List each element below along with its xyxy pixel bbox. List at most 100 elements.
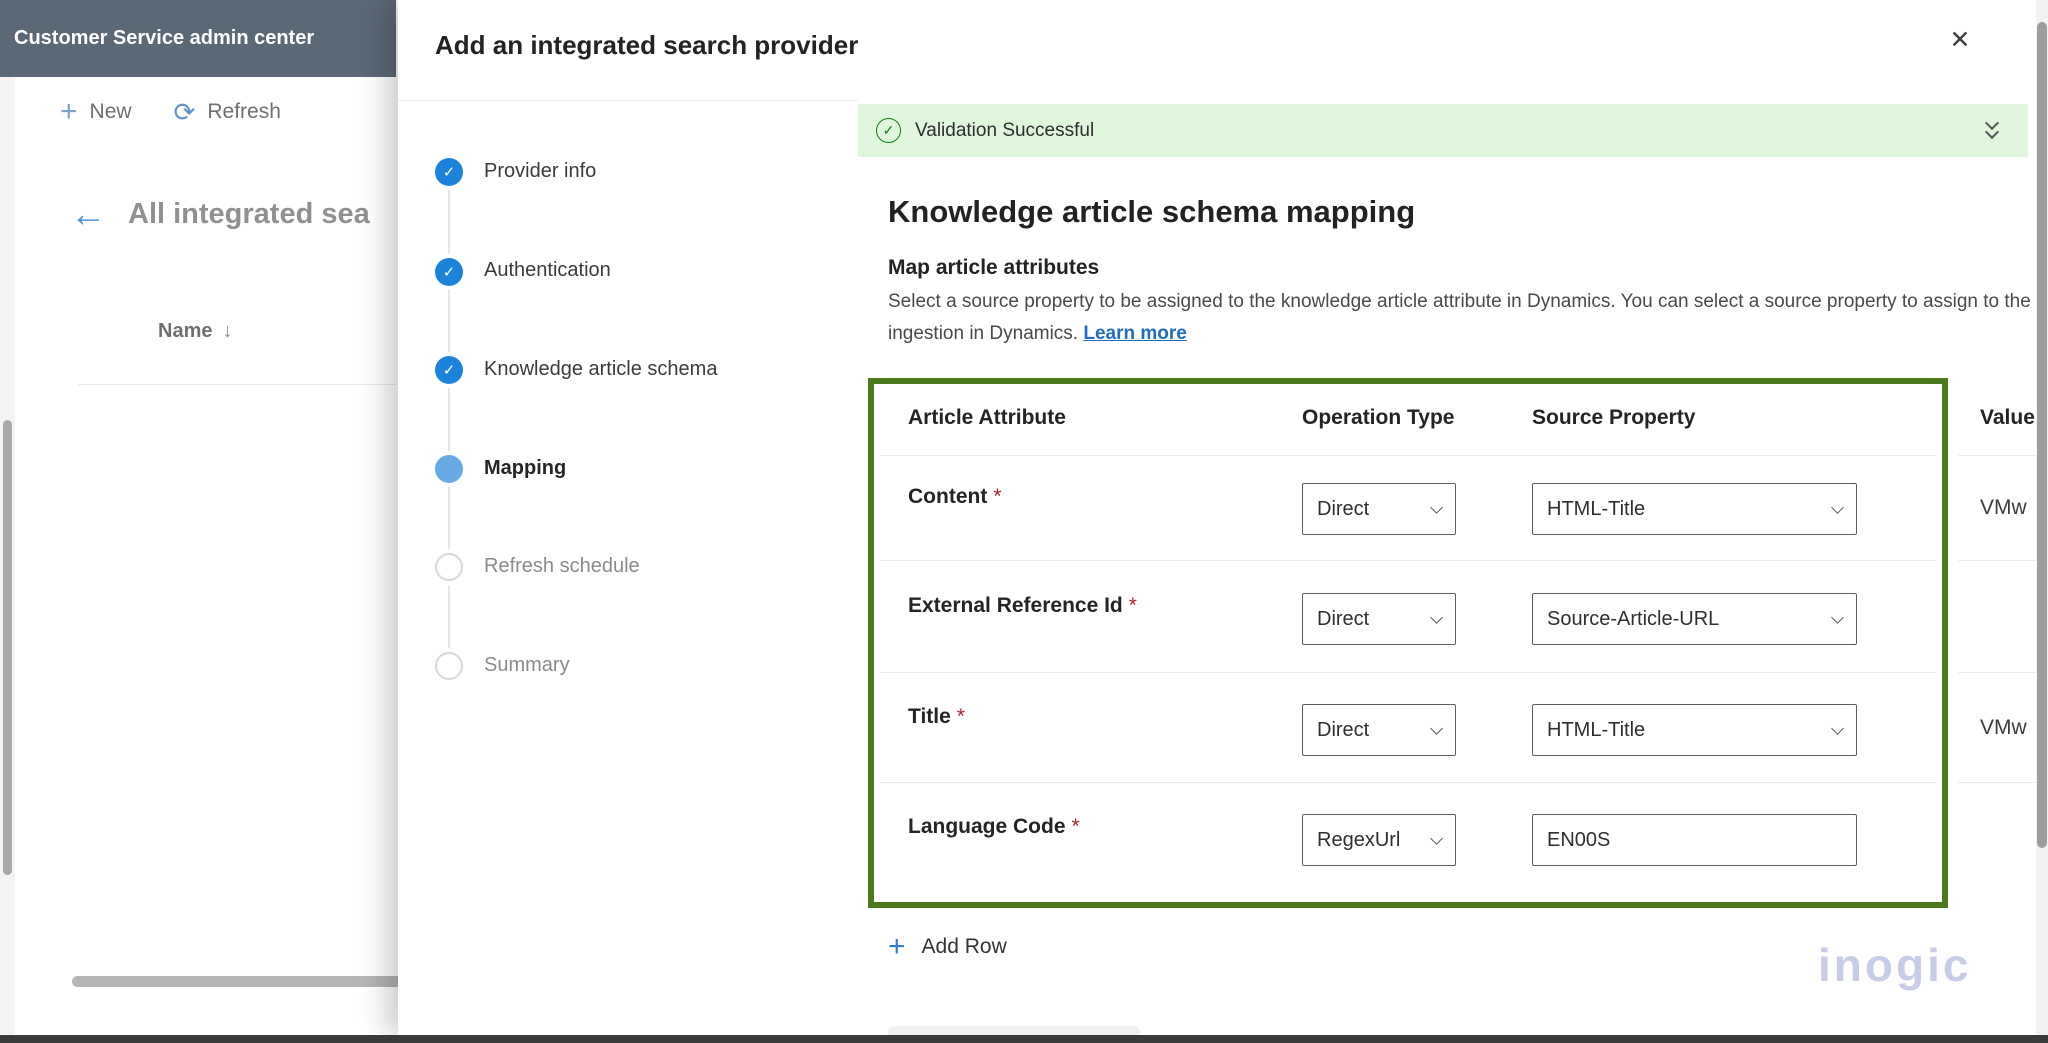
content-subheading: Map article attributes xyxy=(888,256,1100,279)
row-divider xyxy=(880,672,1936,673)
command-bar: + New ⟳ Refresh xyxy=(0,88,396,136)
content-description: Select a source property to be assigned … xyxy=(888,286,2036,350)
dropdown-value: Direct xyxy=(1317,718,1370,741)
add-row-button[interactable]: + Add Row xyxy=(888,932,1007,962)
close-icon: ✕ xyxy=(1949,26,1971,54)
row-label-content: Content * xyxy=(908,485,1002,509)
dropdown-value: HTML-Title xyxy=(1547,718,1646,741)
step-connector xyxy=(448,388,450,451)
dialog-title: Add an integrated search provider xyxy=(435,30,859,60)
required-asterisk: * xyxy=(956,705,965,728)
step-connector xyxy=(448,190,450,254)
plus-icon: + xyxy=(888,930,906,963)
step-authentication[interactable]: Authentication xyxy=(484,259,611,282)
source-property-dropdown-content[interactable]: HTML-Title xyxy=(1532,483,1857,535)
step-connector xyxy=(448,289,450,352)
attribute-name: Language Code xyxy=(908,815,1066,838)
left-scrollbar-thumb[interactable] xyxy=(3,420,12,875)
partially-visible-button[interactable] xyxy=(888,1026,1140,1035)
step-knowledge-article-schema[interactable]: Knowledge article schema xyxy=(484,358,717,381)
attribute-name: Content xyxy=(908,485,988,508)
new-button-label: New xyxy=(89,100,132,123)
row-divider xyxy=(880,560,1936,561)
chevron-down-icon xyxy=(1831,500,1844,514)
step-provider-info[interactable]: Provider info xyxy=(484,160,596,183)
step-connector xyxy=(448,585,450,648)
learn-more-link[interactable]: Learn more xyxy=(1083,323,1186,344)
app-header: Customer Service admin center xyxy=(0,0,396,77)
operation-type-dropdown-language-code[interactable]: RegexUrl xyxy=(1302,814,1456,866)
modal-scrollbar-thumb[interactable] xyxy=(2037,22,2047,848)
step-dot-mapping[interactable] xyxy=(435,455,463,483)
chevron-down-icon xyxy=(1430,721,1443,735)
screen: Customer Service admin center + New ⟳ Re… xyxy=(0,0,2048,1043)
chevron-down-icon xyxy=(1984,124,2000,140)
close-button[interactable]: ✕ xyxy=(1938,18,1982,62)
check-icon: ✓ xyxy=(442,164,456,181)
step-dot-authentication[interactable]: ✓ xyxy=(435,258,463,286)
column-header-value: Value xyxy=(1980,406,2035,429)
required-asterisk: * xyxy=(1071,815,1080,838)
row-divider xyxy=(1958,560,2036,561)
name-column-header[interactable]: Name ↓ xyxy=(158,320,232,343)
validation-banner: ✓ Validation Successful xyxy=(858,104,2028,157)
step-dot-summary[interactable] xyxy=(435,652,463,680)
operation-type-dropdown-external-reference-id[interactable]: Direct xyxy=(1302,593,1456,645)
horizontal-scrollbar-thumb[interactable] xyxy=(72,976,402,987)
check-icon: ✓ xyxy=(442,362,456,379)
refresh-button-label: Refresh xyxy=(207,100,281,123)
row-divider xyxy=(1958,672,2036,673)
validation-banner-text: Validation Successful xyxy=(915,119,1095,141)
add-row-label: Add Row xyxy=(921,935,1007,958)
dropdown-value: RegexUrl xyxy=(1317,828,1401,851)
row-divider xyxy=(1958,455,2036,456)
success-check-icon: ✓ xyxy=(876,118,901,143)
dropdown-value: Source-Article-URL xyxy=(1547,607,1720,630)
column-header-operation-type: Operation Type xyxy=(1302,406,1455,429)
stepper-header-divider xyxy=(398,100,858,101)
content-heading: Knowledge article schema mapping xyxy=(888,194,1416,229)
operation-type-dropdown-content[interactable]: Direct xyxy=(1302,483,1456,535)
chevron-down-icon xyxy=(1430,500,1443,514)
source-property-dropdown-external-reference-id[interactable]: Source-Article-URL xyxy=(1532,593,1857,645)
operation-type-dropdown-title[interactable]: Direct xyxy=(1302,704,1456,756)
row-divider xyxy=(880,782,1936,783)
chevron-down-icon xyxy=(1430,610,1443,624)
back-arrow-icon[interactable]: ← xyxy=(70,196,106,232)
step-mapping[interactable]: Mapping xyxy=(484,457,566,480)
row-divider xyxy=(880,455,1936,456)
step-dot-provider-info[interactable]: ✓ xyxy=(435,158,463,186)
step-refresh-schedule[interactable]: Refresh schedule xyxy=(484,555,640,578)
add-search-provider-dialog: Add an integrated search provider ✕ ✓ Pr… xyxy=(398,0,2048,1035)
required-asterisk: * xyxy=(993,485,1002,508)
column-header-article-attribute: Article Attribute xyxy=(908,406,1066,429)
row-label-external-reference-id: External Reference Id * xyxy=(908,594,1137,618)
refresh-button[interactable]: ⟳ Refresh xyxy=(144,93,293,131)
name-column-label: Name xyxy=(158,320,213,342)
double-chevron-icon[interactable] xyxy=(1984,115,2002,144)
step-dot-knowledge-article-schema[interactable]: ✓ xyxy=(435,356,463,384)
row-label-language-code: Language Code * xyxy=(908,815,1080,839)
check-glyph: ✓ xyxy=(882,122,895,138)
attribute-name: Title xyxy=(908,705,951,728)
sort-descending-icon: ↓ xyxy=(222,320,233,342)
app-title: Customer Service admin center xyxy=(14,27,315,49)
bottom-edge-bar xyxy=(0,1035,2048,1043)
source-property-dropdown-title[interactable]: HTML-Title xyxy=(1532,704,1857,756)
required-asterisk: * xyxy=(1128,594,1137,617)
chevron-down-icon xyxy=(1831,610,1844,624)
attribute-name: External Reference Id xyxy=(908,594,1123,617)
step-dot-refresh-schedule[interactable] xyxy=(435,553,463,581)
table-header-divider xyxy=(78,384,396,385)
dropdown-value: Direct xyxy=(1317,607,1370,630)
chevron-down-icon xyxy=(1831,721,1844,735)
step-summary[interactable]: Summary xyxy=(484,654,570,677)
refresh-icon: ⟳ xyxy=(173,97,196,127)
value-cell-content: VMw xyxy=(1980,496,2027,519)
chevron-down-icon xyxy=(1430,831,1443,845)
row-divider xyxy=(1958,782,2036,783)
language-code-value-input[interactable] xyxy=(1532,814,1857,866)
row-label-title: Title * xyxy=(908,705,965,729)
new-button[interactable]: + New xyxy=(0,93,144,131)
column-header-source-property: Source Property xyxy=(1532,406,1696,429)
